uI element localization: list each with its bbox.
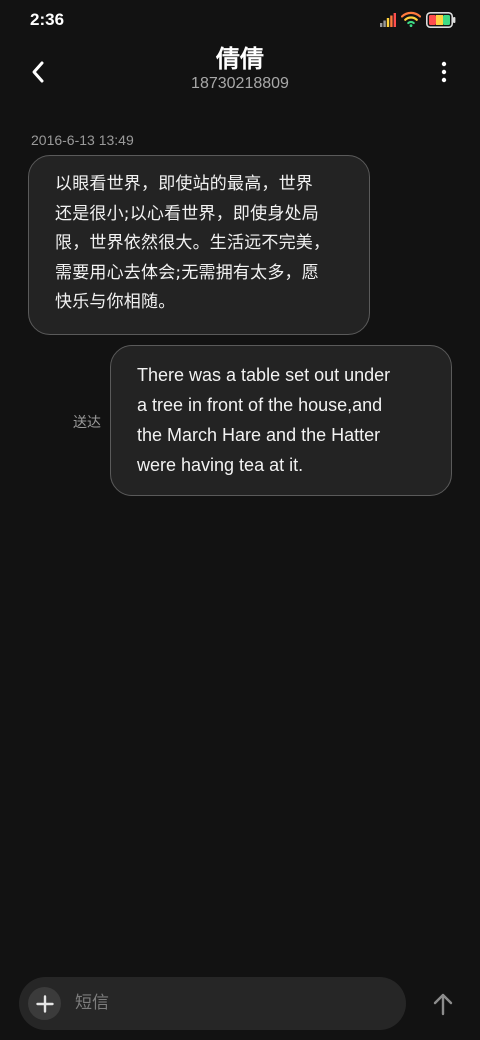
message-timestamp: 2016-6-13 13:49 [31,132,134,148]
contact-name: 倩倩 [216,45,264,73]
conversation-header: 倩倩 18730218809 [0,44,480,100]
wifi-icon [401,11,421,27]
message-line: a tree in front of the house,and [137,395,383,415]
message-line: 需要用心去体会;无需拥有太多，愿 [55,262,319,283]
delivery-status: 送达 [73,415,101,431]
message-line: There was a table set out under [137,365,391,385]
received-message-bubble[interactable]: 以眼看世界，即使站的最高，世界 还是很小;以心看世界，即使身处局 限，世界依然很… [28,155,370,335]
status-time: 2:36 [30,10,65,29]
more-vertical-icon [441,61,447,83]
message-input[interactable] [75,988,375,1018]
signal-icon [380,13,396,27]
arrow-up-icon [433,993,453,1016]
send-button[interactable] [426,986,460,1022]
sent-message-bubble[interactable]: There was a table set out under a tree i… [110,345,452,496]
status-bar: 2:36 [0,0,480,44]
message-line: 限，世界依然很大。生活远不完美， [55,233,331,253]
contact-number: 18730218809 [191,75,289,92]
message-line: the March Hare and the Hatter [137,425,381,445]
message-line: were having tea at it. [137,455,304,475]
plus-icon [35,994,54,1013]
message-line: 快乐与你相随。 [55,292,176,312]
battery-icon [426,12,456,28]
message-composer [19,977,406,1030]
message-line: 还是很小;以心看世界，即使身处局 [55,203,319,224]
add-attachment-button[interactable] [28,987,61,1020]
message-line: 以眼看世界，即使站的最高，世界 [55,174,313,194]
more-options-button[interactable] [426,54,462,90]
